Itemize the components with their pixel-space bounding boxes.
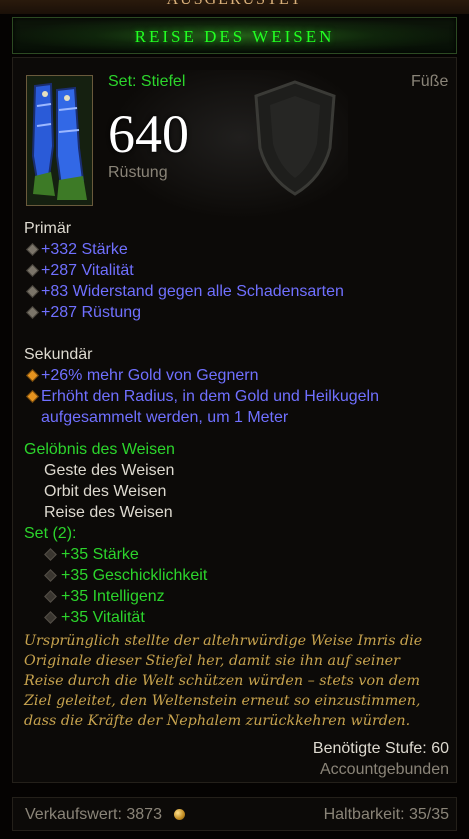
primary-stat: +332 Stärke <box>41 241 128 258</box>
item-name: REISE DES WEISEN <box>134 27 335 46</box>
item-name-prefix: AUSGERÜSTET <box>0 0 469 9</box>
flavor-line: Originale dieser Stiefel her, damit sie … <box>24 653 400 669</box>
set-bonus: +35 Stärke <box>61 546 139 563</box>
primary-stat: +287 Rüstung <box>41 304 142 321</box>
account-bound-label: Accountgebunden <box>320 761 449 778</box>
item-name-banner: REISE DES WEISEN <box>12 17 457 54</box>
shield-watermark-icon <box>254 80 336 196</box>
armor-value: 640 <box>108 104 189 164</box>
required-level: Benötigte Stufe: 60 <box>312 740 449 757</box>
set-piece: Orbit des Weisen <box>44 483 167 500</box>
sell-value: Verkaufswert: 3873 <box>25 806 162 823</box>
secondary-stat-continued: aufgesammelt werden, um 1 Meter <box>41 409 289 426</box>
primary-stat: +287 Vitalität <box>41 262 134 279</box>
durability: Haltbarkeit: 35/35 <box>323 806 449 823</box>
flavor-line: dass die Kräfte der Nephalem zurückkehre… <box>24 713 411 729</box>
secondary-heading: Sekundär <box>24 346 93 363</box>
flavor-line: Ziel geleitet, den Weltenstein erneut so… <box>24 693 421 709</box>
set-piece: Reise des Weisen <box>44 504 173 521</box>
set-bonus: +35 Vitalität <box>61 609 145 626</box>
set-piece: Geste des Weisen <box>44 462 175 479</box>
secondary-stat: Erhöht den Radius, in dem Gold und Heilk… <box>41 388 379 405</box>
slot-label: Füße <box>411 73 449 90</box>
secondary-stat: +26% mehr Gold von Gegnern <box>41 367 259 384</box>
set-bonus: +35 Intelligenz <box>61 588 165 605</box>
flavor-text: Ursprünglich stellte der altehrwürdige W… <box>24 631 449 731</box>
flavor-line: Ursprünglich stellte der altehrwürdige W… <box>24 633 423 649</box>
set-slot-label: Set: Stiefel <box>108 73 186 90</box>
item-name-prefix-bar: AUSGERÜSTET <box>0 0 469 14</box>
gold-coin-icon <box>174 809 185 820</box>
set-bonus-heading: Set (2): <box>24 525 77 542</box>
armor-label: Rüstung <box>108 164 168 181</box>
set-bonus: +35 Geschicklichkeit <box>61 567 208 584</box>
item-icon-frame[interactable] <box>26 75 93 206</box>
primary-stat: +83 Widerstand gegen alle Schadensarten <box>41 283 344 300</box>
set-name: Gelöbnis des Weisen <box>24 441 175 458</box>
boots-icon <box>27 76 92 205</box>
flavor-line: Reise durch die Welt schützen würden – s… <box>24 673 421 689</box>
primary-heading: Primär <box>24 220 72 237</box>
